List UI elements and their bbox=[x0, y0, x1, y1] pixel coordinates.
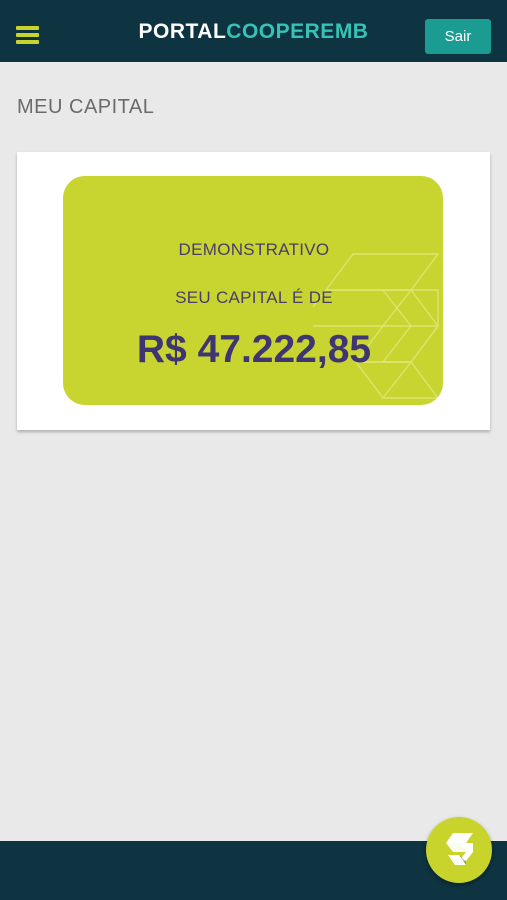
capital-amount: R$ 47.222,85 bbox=[136, 328, 372, 371]
brand-title-portal: PORTAL bbox=[138, 20, 227, 43]
cooperemb-logo-fab[interactable] bbox=[426, 817, 492, 883]
statement-heading: DEMONSTRATIVO bbox=[178, 240, 330, 259]
cooperemb-logo-icon bbox=[446, 833, 473, 865]
page-title: MEU CAPITAL bbox=[17, 96, 155, 118]
top-app-bar: PORTALCOOPEREMB Sair bbox=[0, 0, 507, 62]
capital-subtitle: SEU CAPITAL É DE bbox=[175, 288, 333, 307]
brand-title-cooperemb: COOPEREMB bbox=[226, 20, 369, 43]
cube-watermark-icon bbox=[313, 253, 440, 399]
capital-summary-box: DEMONSTRATIVO SEU CAPITAL É DE R$ 47.222… bbox=[63, 176, 443, 405]
capital-card: DEMONSTRATIVO SEU CAPITAL É DE R$ 47.222… bbox=[17, 152, 490, 430]
logout-button[interactable]: Sair bbox=[425, 19, 491, 54]
